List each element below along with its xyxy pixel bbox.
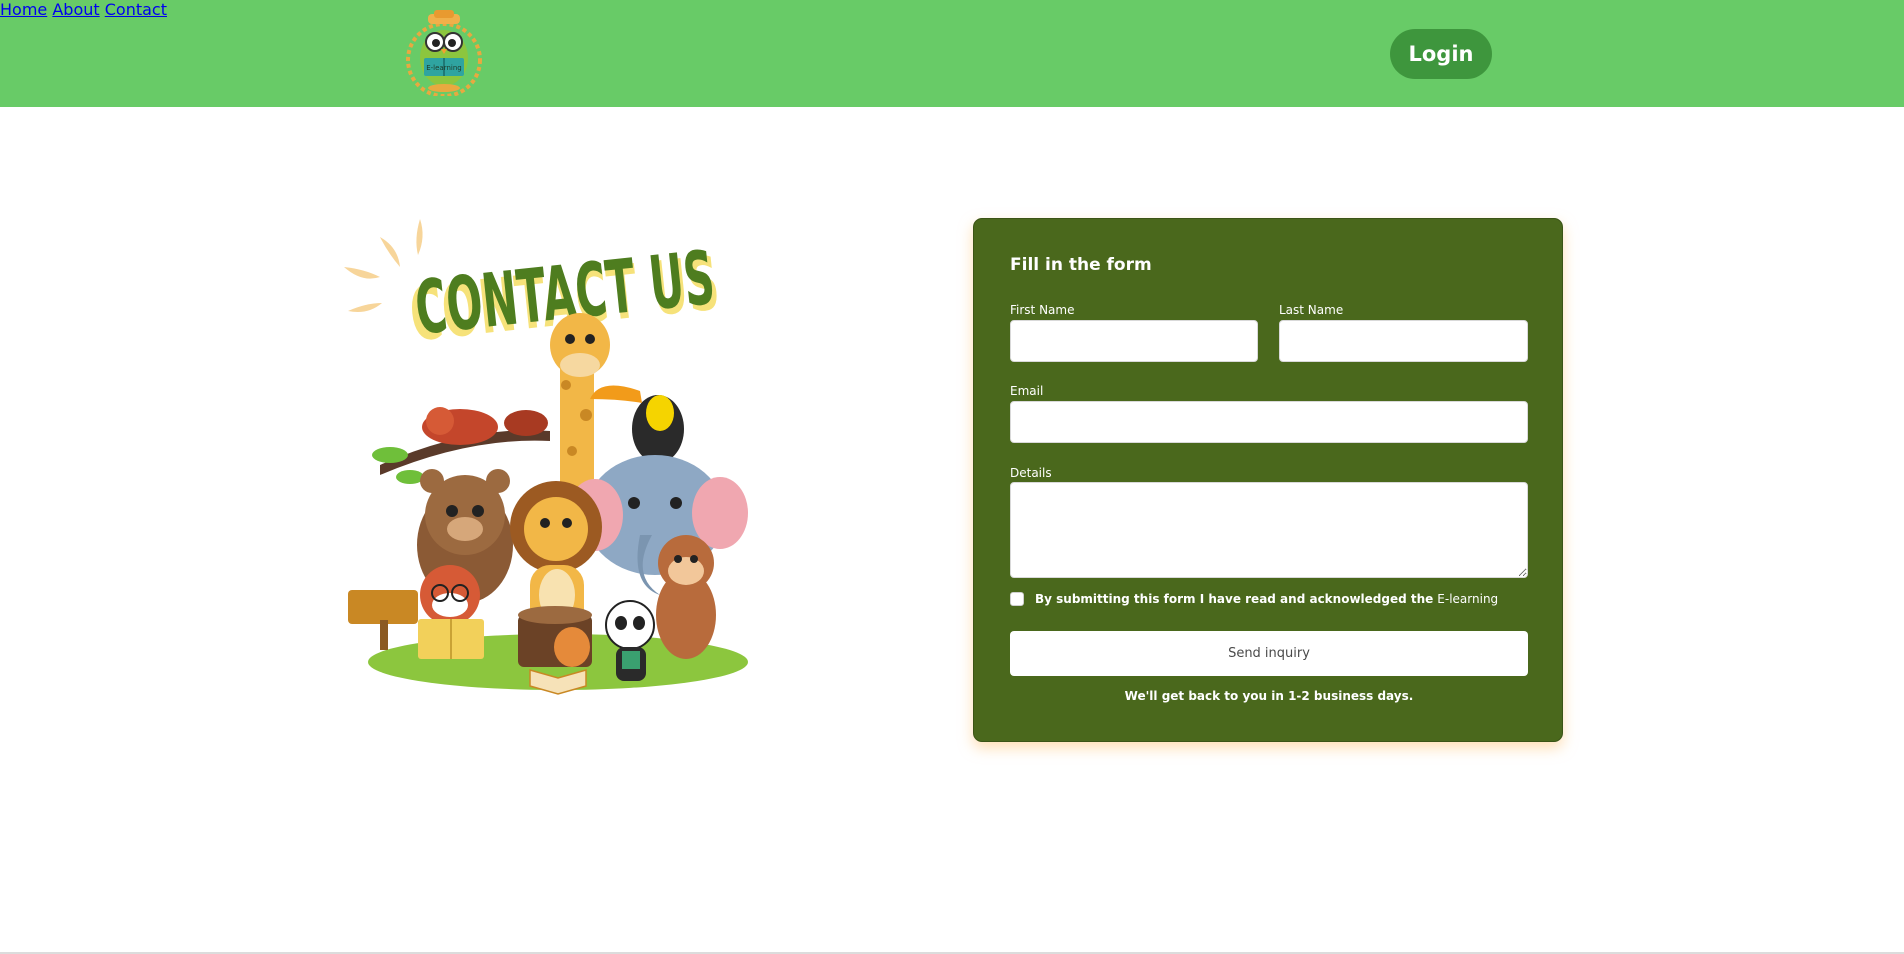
reply-note: We'll get back to you in 1-2 business da… [1124,689,1414,703]
consent-checkbox[interactable] [1010,592,1024,606]
details-label: Details [1010,466,1052,480]
consent-link[interactable]: E-learning [1437,592,1498,606]
consent-row: By submitting this form I have read and … [1010,592,1498,606]
owl-logo-icon[interactable]: E-learning [404,8,484,96]
details-textarea[interactable] [1010,482,1528,578]
contact-us-illustration: CONTACT US CONTACT US [344,219,748,695]
last-name-label: Last Name [1279,303,1344,317]
send-inquiry-button[interactable]: Send inquiry [1010,631,1528,676]
top-navbar: E-learning Home About Contact Login [0,0,1904,107]
svg-text:E-learning: E-learning [426,64,462,72]
form-title: Fill in the form [1010,255,1152,275]
first-name-input[interactable] [1010,320,1258,362]
login-button[interactable]: Login [1390,29,1492,79]
nav-about[interactable]: About [52,0,99,19]
last-name-input[interactable] [1279,320,1528,362]
consent-text: By submitting this form I have read and … [1035,592,1434,606]
nav-home[interactable]: Home [0,0,47,19]
contact-form-card: Fill in the form First Name Last Name Em… [973,218,1563,742]
email-label: Email [1010,384,1044,398]
first-name-label: First Name [1010,303,1075,317]
email-input[interactable] [1010,401,1528,443]
nav-contact[interactable]: Contact [105,0,167,19]
